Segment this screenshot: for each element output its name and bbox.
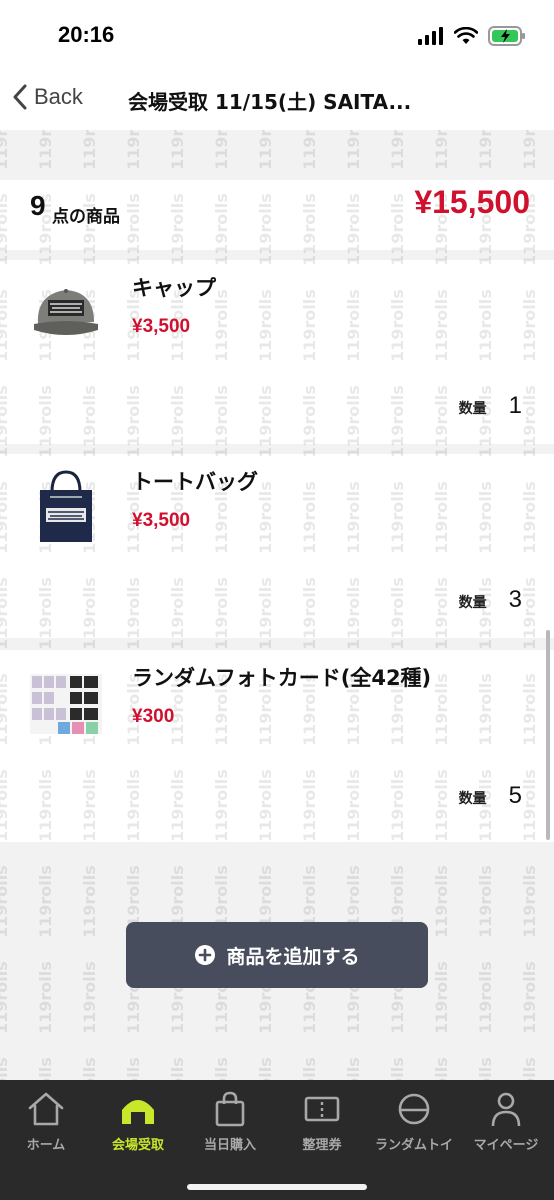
wifi-icon: [454, 27, 478, 44]
page-title: 会場受取 11/15(土) SAITA...: [128, 90, 412, 114]
quantity-value: 3: [508, 586, 522, 613]
item-price: ¥300: [132, 706, 175, 727]
status-icons: [418, 26, 526, 46]
tab-label: ホーム: [26, 1138, 66, 1153]
venue-pickup-icon: [122, 1100, 154, 1124]
item-count: 9: [30, 190, 46, 221]
scrollbar[interactable]: [546, 630, 550, 840]
total-price: ¥15,500: [414, 184, 530, 220]
tab-numbered-ticket[interactable]: 整理券: [276, 1090, 368, 1153]
status-bar: 20:16: [0, 0, 554, 70]
tab-home[interactable]: ホーム: [0, 1090, 92, 1153]
tab-bar: ホーム 会場受取 当日購入 整理券 ランダムトイ マイページ: [0, 1080, 554, 1200]
cap-thumbnail: [34, 289, 98, 335]
tab-label: 当日購入: [203, 1138, 256, 1153]
tote-bag-thumbnail: [40, 470, 92, 542]
chevron-left-icon: [13, 84, 27, 110]
tab-label: 会場受取: [111, 1138, 164, 1153]
battery-charging-icon: [488, 26, 525, 46]
item-name: キャップ: [132, 276, 216, 300]
add-item-label: 商品を追加する: [226, 945, 360, 968]
cart-item[interactable]: キャップ ¥3,500 数量 1: [0, 260, 554, 450]
back-button[interactable]: Back: [12, 84, 83, 110]
quantity-selector[interactable]: 数量 5: [459, 782, 522, 810]
capsule-toy-icon: [398, 1093, 430, 1125]
tab-my-page[interactable]: マイページ: [460, 1090, 552, 1153]
shopping-bag-icon: [215, 1091, 245, 1127]
back-label: Back: [34, 84, 83, 109]
cart-item[interactable]: トートバッグ ¥3,500 数量 3: [0, 454, 554, 644]
item-price: ¥3,500: [132, 316, 191, 337]
home-indicator: [187, 1184, 367, 1190]
tab-label: 整理券: [302, 1138, 342, 1153]
top-band: [0, 130, 554, 180]
item-name: ランダムフォトカード(全42種): [132, 666, 432, 690]
tab-random-toy[interactable]: ランダムトイ: [368, 1090, 460, 1153]
status-time: 20:16: [58, 22, 115, 47]
plus-circle-icon: [195, 945, 216, 965]
add-item-button[interactable]: 商品を追加する: [126, 922, 428, 988]
tab-label: ランダムトイ: [374, 1138, 453, 1153]
quantity-label: 数量: [458, 595, 487, 611]
home-icon: [28, 1092, 64, 1126]
quantity-value: 1: [508, 392, 522, 419]
quantity-value: 5: [508, 782, 522, 809]
cart-content: 119rolls 119rolls 119rolls 119rolls 119rolls…: [0, 130, 554, 1080]
screen: 20:16 Back 会場受取 11/15(土) SAITA... 119rol…: [0, 0, 554, 1200]
cart-summary: 9 点の商品 ¥15,500: [0, 180, 554, 250]
quantity-selector[interactable]: 数量 3: [459, 586, 522, 614]
cart-item[interactable]: ランダムフォトカード(全42種) ¥300 数量 5: [0, 650, 554, 840]
tab-label: マイページ: [473, 1138, 539, 1153]
signal-icon: [418, 27, 443, 45]
nav-bar: Back 会場受取 11/15(土) SAITA...: [0, 70, 554, 130]
quantity-label: 数量: [458, 401, 487, 417]
tab-same-day-purchase[interactable]: 当日購入: [184, 1090, 276, 1153]
quantity-selector[interactable]: 数量 1: [459, 392, 522, 420]
item-price: ¥3,500: [132, 510, 191, 531]
user-icon: [491, 1092, 521, 1127]
photocard-thumbnail: [30, 674, 102, 734]
tab-venue-pickup[interactable]: 会場受取: [92, 1090, 184, 1153]
divider-band: [0, 250, 554, 260]
item-count-label: 点の商品: [52, 207, 120, 227]
quantity-label: 数量: [458, 791, 487, 807]
item-name: トートバッグ: [132, 470, 258, 494]
ticket-icon: [304, 1096, 340, 1122]
